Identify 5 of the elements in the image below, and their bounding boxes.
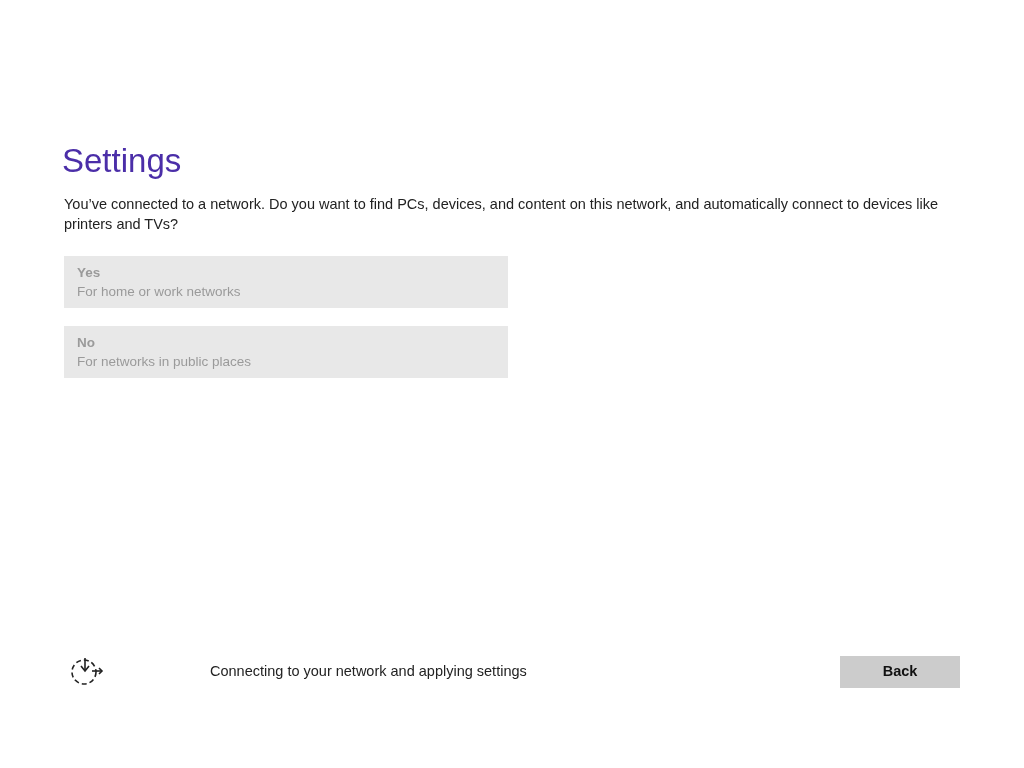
page-title: Settings: [62, 141, 183, 181]
back-button[interactable]: Back: [840, 656, 960, 688]
question-text: You’ve connected to a network. Do you want to find PCs, devices, and content on this network, and automatically connect to devices like printers and TVs?: [64, 195, 939, 234]
status-text: Connecting to your network and applying settings: [210, 662, 527, 682]
progress-icon: [70, 657, 104, 687]
